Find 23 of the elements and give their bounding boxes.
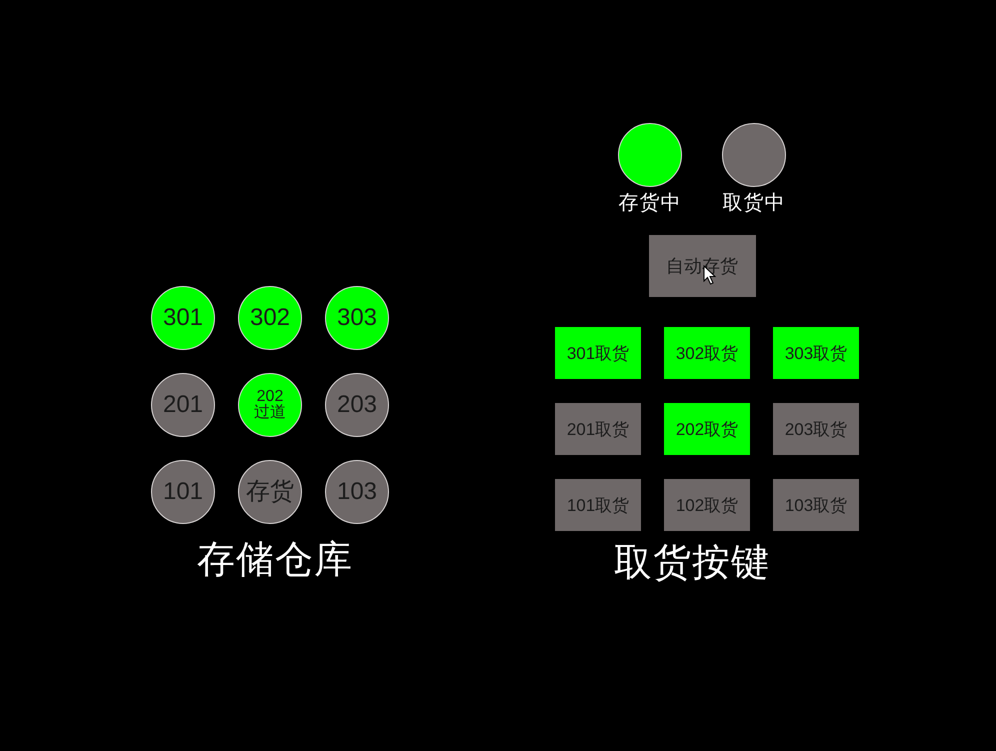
pickup-button[interactable]: 301取货 bbox=[555, 327, 641, 379]
pickup-button[interactable]: 201取货 bbox=[555, 403, 641, 455]
slot-number: 202 bbox=[256, 389, 284, 405]
slot-indicator: 203 bbox=[325, 373, 389, 437]
lamp-label: 取货中 bbox=[722, 191, 786, 215]
lamp-label: 存货中 bbox=[618, 191, 682, 215]
slot-indicator: 103 bbox=[325, 460, 389, 524]
section-title: 取货按键 bbox=[614, 541, 770, 585]
pickup-button[interactable]: 203取货 bbox=[773, 403, 859, 455]
slot-note: 过道 bbox=[254, 405, 286, 421]
section-title: 存储仓库 bbox=[197, 538, 353, 582]
pickup-button[interactable]: 202取货 bbox=[664, 403, 750, 455]
pickup-button[interactable]: 302取货 bbox=[664, 327, 750, 379]
slot-indicator: 201 bbox=[151, 373, 215, 437]
slot-indicator: 101 bbox=[151, 460, 215, 524]
slot-indicator: 302 bbox=[238, 286, 302, 350]
pickup-button[interactable]: 101取货 bbox=[555, 479, 641, 531]
pickup-button[interactable]: 303取货 bbox=[773, 327, 859, 379]
slot-indicator: 存货 bbox=[238, 460, 302, 524]
slot-indicator: 301 bbox=[151, 286, 215, 350]
slot-indicator: 303 bbox=[325, 286, 389, 350]
pickup-button[interactable]: 103取货 bbox=[773, 479, 859, 531]
pickup-button[interactable]: 102取货 bbox=[664, 479, 750, 531]
